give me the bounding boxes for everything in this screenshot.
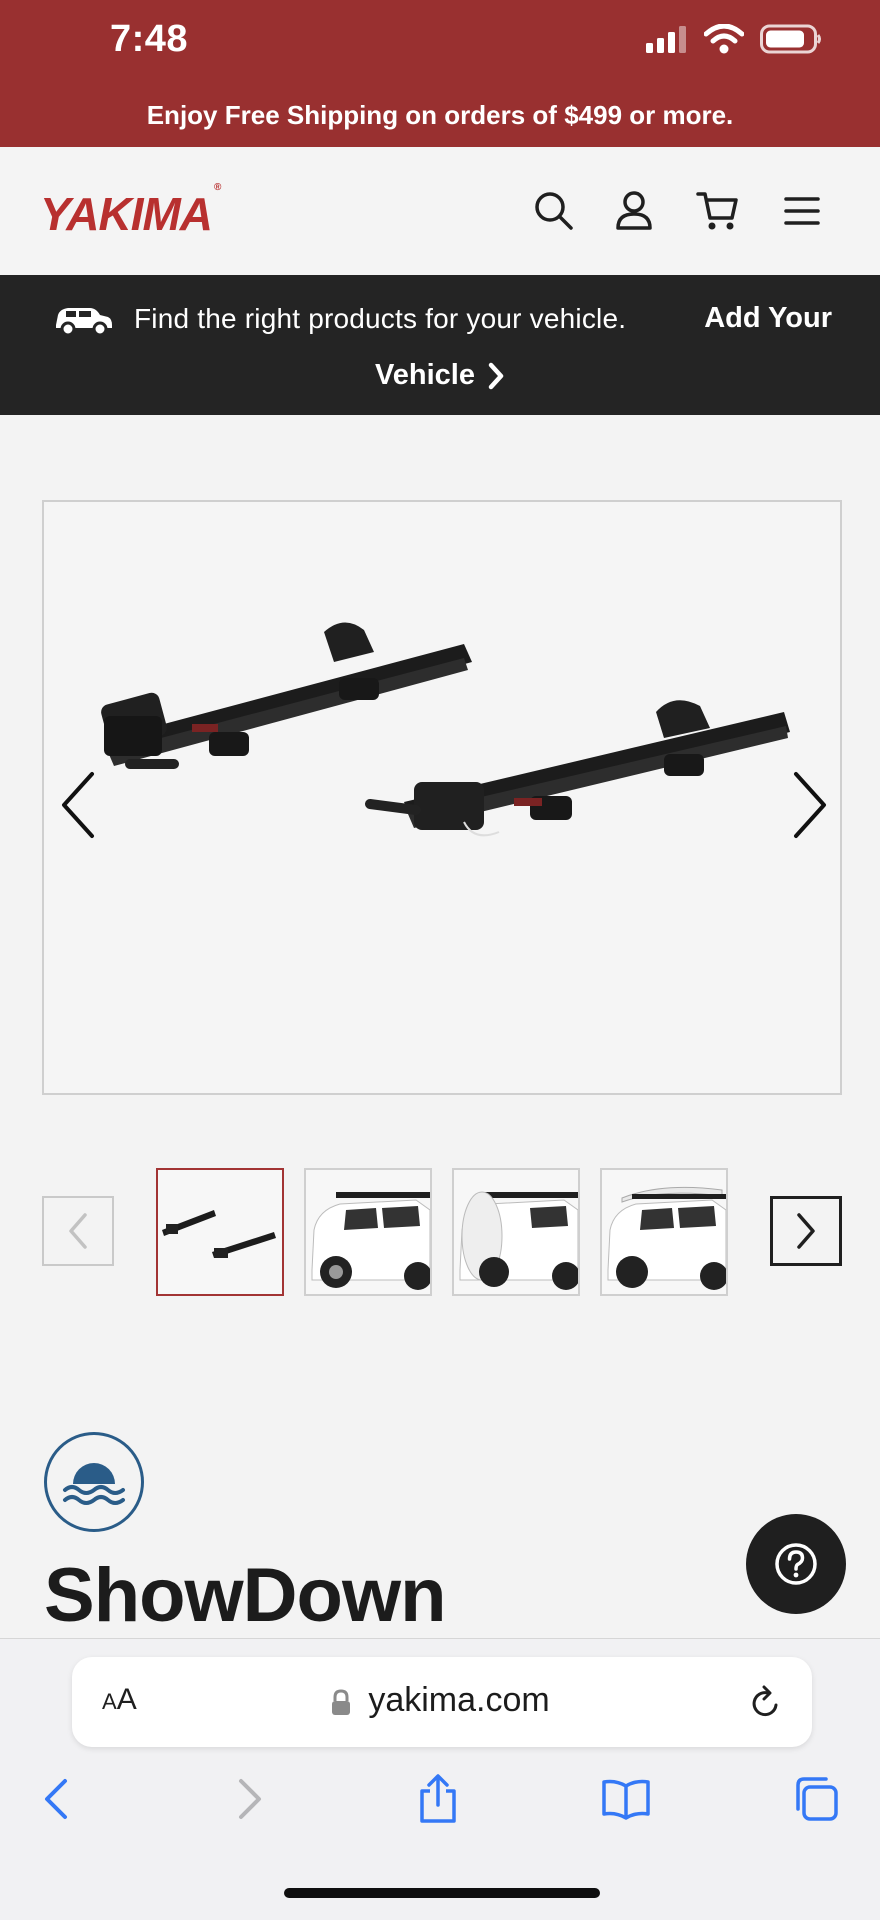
- chevron-left-icon: [69, 1213, 87, 1249]
- registered-mark: ®: [214, 181, 221, 193]
- browser-toolbar: AA yakima.com: [0, 1638, 880, 1920]
- add-vehicle-link[interactable]: Vehicle: [375, 359, 505, 392]
- thumbnails-next-button[interactable]: [770, 1196, 842, 1266]
- main-image-prev-arrow[interactable]: [58, 770, 98, 840]
- chevron-left-icon: [45, 1779, 67, 1819]
- search-icon[interactable]: [530, 187, 578, 235]
- thumbnail-vehicle-board-side[interactable]: [452, 1168, 580, 1296]
- yakima-logo[interactable]: YAKIMA®: [40, 182, 221, 241]
- thumb-image-vehicle-board: [459, 1191, 578, 1290]
- vehicle-finder-prompt: Find the right products for your vehicle…: [134, 303, 627, 334]
- promo-text: Enjoy Free Shipping on orders of $499 or…: [146, 100, 734, 130]
- browser-back-button[interactable]: [26, 1769, 86, 1829]
- address-bar[interactable]: AA yakima.com: [72, 1657, 812, 1747]
- tabs-icon: [796, 1777, 838, 1821]
- site-header: YAKIMA®: [0, 147, 880, 275]
- main-product-image[interactable]: [42, 500, 842, 1095]
- share-button[interactable]: [408, 1769, 468, 1829]
- account-icon[interactable]: [610, 187, 658, 235]
- wifi-icon: [704, 24, 744, 54]
- book-icon: [602, 1779, 650, 1820]
- browser-forward-button[interactable]: [220, 1769, 280, 1829]
- product-photo-rack: [101, 622, 790, 837]
- cart-icon[interactable]: [694, 187, 742, 235]
- thumbnail-vehicle-board-roof[interactable]: [600, 1168, 728, 1296]
- url-text: yakima.com: [368, 1681, 550, 1719]
- add-vehicle-link-line1[interactable]: Add Your: [704, 302, 832, 335]
- tabs-button[interactable]: [786, 1769, 846, 1829]
- logo-text: YAKIMA: [40, 188, 213, 240]
- cellular-signal-icon: [646, 26, 686, 53]
- promo-banner: 7:48 Enjoy Free Shipping on orders of $4…: [0, 0, 880, 147]
- product-title: ShowDown: [44, 1553, 447, 1638]
- vehicle-finder-bar: Find the right products for your vehicle…: [0, 275, 880, 415]
- reload-icon[interactable]: [748, 1681, 784, 1721]
- thumbnails-prev-button[interactable]: [42, 1196, 114, 1266]
- chevron-right-icon: [239, 1779, 261, 1819]
- water-sun-icon: [63, 1463, 125, 1505]
- thumbnail-rack-pair[interactable]: [156, 1168, 284, 1296]
- main-image-next-arrow[interactable]: [790, 770, 830, 840]
- thumb-image-vehicle-roof: [607, 1186, 726, 1290]
- thumb-image-vehicle: [311, 1192, 430, 1290]
- status-time: 7:48: [110, 18, 189, 60]
- car-icon: [56, 308, 112, 337]
- thumbnail-vehicle-rear[interactable]: [304, 1168, 432, 1296]
- chevron-right-icon: [488, 362, 504, 389]
- add-vehicle-link-line2: Vehicle: [375, 359, 475, 391]
- water-sports-badge: [44, 1432, 144, 1532]
- battery-icon: [760, 24, 821, 54]
- bookmarks-button[interactable]: [596, 1769, 656, 1829]
- help-button[interactable]: [746, 1514, 846, 1614]
- thumb-image-racks: [162, 1210, 276, 1258]
- status-icons: [646, 24, 822, 54]
- share-icon: [420, 1774, 456, 1823]
- home-indicator: [284, 1888, 600, 1898]
- chevron-right-icon: [797, 1213, 815, 1249]
- menu-icon[interactable]: [778, 187, 826, 235]
- help-icon: [775, 1543, 817, 1585]
